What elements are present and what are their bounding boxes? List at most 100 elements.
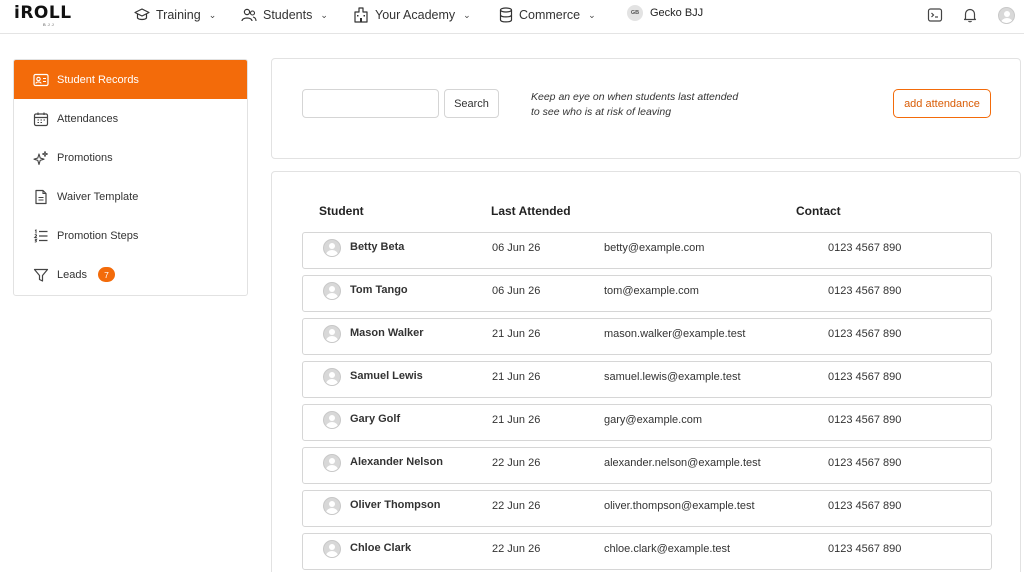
- user-menu-button[interactable]: [997, 6, 1015, 24]
- student-email: mason.walker@example.test: [604, 328, 746, 340]
- nav-commerce[interactable]: Commerce ⌄: [499, 6, 596, 24]
- student-email: samuel.lewis@example.test: [604, 371, 741, 383]
- organization-badge: GB: [627, 5, 643, 21]
- list-ordered-icon: [33, 228, 48, 243]
- student-name: Alexander Nelson: [350, 456, 443, 468]
- chevron-down-icon: ⌄: [320, 9, 328, 20]
- avatar: [323, 497, 341, 515]
- last-attended-date: 06 Jun 26: [492, 285, 541, 297]
- sidebar-item-label: Promotion Steps: [57, 229, 139, 242]
- avatar: [997, 6, 1015, 24]
- terminal-button[interactable]: [926, 6, 944, 24]
- student-name: Oliver Thompson: [350, 499, 441, 511]
- avatar: [323, 368, 341, 386]
- top-navigation-bar: iROLL BJJ Training ⌄ Students ⌄ Your Aca…: [0, 0, 1024, 34]
- last-attended-date: 06 Jun 26: [492, 242, 541, 254]
- add-attendance-button[interactable]: add attendance: [893, 89, 991, 118]
- table-row[interactable]: Tom Tango 06 Jun 26 tom@example.com 0123…: [302, 275, 992, 312]
- nav-commerce-label: Commerce: [519, 8, 581, 22]
- student-phone: 0123 4567 890: [828, 543, 902, 555]
- nav-your-academy-label: Your Academy: [375, 8, 456, 22]
- search-button[interactable]: Search: [444, 89, 499, 118]
- table-row[interactable]: Oliver Thompson 22 Jun 26 oliver.thompso…: [302, 490, 992, 527]
- table-row[interactable]: Mason Walker 21 Jun 26 mason.walker@exam…: [302, 318, 992, 355]
- column-header-student: Student: [319, 204, 364, 218]
- sidebar-item-label: Attendances: [57, 112, 119, 125]
- sparkles-icon: [33, 150, 48, 165]
- student-name: Tom Tango: [350, 284, 408, 296]
- student-phone: 0123 4567 890: [828, 500, 902, 512]
- building-icon: [354, 7, 368, 23]
- student-email: gary@example.com: [604, 414, 702, 426]
- table-row[interactable]: Gary Golf 21 Jun 26 gary@example.com 012…: [302, 404, 992, 441]
- student-email: chloe.clark@example.test: [604, 543, 731, 555]
- student-email: oliver.thompson@example.test: [604, 500, 755, 512]
- student-phone: 0123 4567 890: [828, 328, 902, 340]
- student-phone: 0123 4567 890: [828, 371, 902, 383]
- nav-your-academy[interactable]: Your Academy ⌄: [353, 6, 471, 24]
- student-name: Gary Golf: [350, 413, 401, 425]
- hint-line: Keep an eye on when students last attend…: [531, 91, 739, 103]
- chevron-down-icon: ⌄: [463, 9, 471, 20]
- nav-training[interactable]: Training ⌄: [134, 6, 216, 24]
- last-attended-date: 21 Jun 26: [492, 371, 541, 383]
- student-phone: 0123 4567 890: [828, 414, 902, 426]
- sidebar-item-label: Leads: [57, 268, 87, 281]
- organization-name: Gecko BJJ: [650, 7, 704, 19]
- last-attended-date: 22 Jun 26: [492, 500, 541, 512]
- student-phone: 0123 4567 890: [828, 242, 902, 254]
- notifications-button[interactable]: [961, 6, 979, 24]
- column-header-contact: Contact: [796, 204, 841, 218]
- chevron-down-icon: ⌄: [588, 9, 596, 20]
- avatar: [323, 454, 341, 472]
- avatar: [323, 282, 341, 300]
- last-attended-date: 21 Jun 26: [492, 328, 541, 340]
- hint-line: to see who is at risk of leaving: [531, 106, 672, 118]
- student-email: tom@example.com: [604, 285, 699, 297]
- users-icon: [241, 8, 257, 22]
- last-attended-date: 21 Jun 26: [492, 414, 541, 426]
- student-name: Chloe Clark: [350, 542, 412, 554]
- id-card-icon: [33, 73, 49, 86]
- last-attended-date: 22 Jun 26: [492, 543, 541, 555]
- attendance-hint-text: Keep an eye on when students last attend…: [531, 90, 771, 120]
- sidebar-item-label: Student Records: [57, 73, 139, 86]
- sidebar-item-promotions[interactable]: Promotions: [14, 138, 247, 177]
- table-row[interactable]: Samuel Lewis 21 Jun 26 samuel.lewis@exam…: [302, 361, 992, 398]
- app-logo-subtitle: BJJ: [43, 22, 56, 27]
- last-attended-date: 22 Jun 26: [492, 457, 541, 469]
- student-email: betty@example.com: [604, 242, 705, 254]
- student-phone: 0123 4567 890: [828, 285, 902, 297]
- avatar: [323, 540, 341, 558]
- column-header-last-attended: Last Attended: [491, 204, 571, 218]
- student-phone: 0123 4567 890: [828, 457, 902, 469]
- app-logo[interactable]: iROLL: [14, 3, 72, 23]
- sidebar-item-label: Waiver Template: [57, 190, 139, 203]
- student-name: Mason Walker: [350, 327, 424, 339]
- organization-switcher[interactable]: GB Gecko BJJ: [627, 5, 703, 21]
- funnel-icon: [33, 268, 49, 282]
- table-row[interactable]: Betty Beta 06 Jun 26 betty@example.com 0…: [302, 232, 992, 269]
- document-icon: [35, 189, 47, 204]
- student-name: Betty Beta: [350, 241, 405, 253]
- nav-students[interactable]: Students ⌄: [241, 6, 328, 24]
- sidebar-item-waiver-template[interactable]: Waiver Template: [14, 177, 247, 216]
- avatar: [323, 411, 341, 429]
- sidebar-item-attendances[interactable]: Attendances: [14, 99, 247, 138]
- student-email: alexander.nelson@example.test: [604, 457, 761, 469]
- chevron-down-icon: ⌄: [208, 9, 217, 20]
- students-table: Student Last Attended Contact Betty Beta…: [271, 171, 1021, 572]
- sidebar-item-label: Promotions: [57, 151, 113, 164]
- sidebar-item-promotion-steps[interactable]: Promotion Steps: [14, 216, 247, 255]
- table-row[interactable]: Alexander Nelson 22 Jun 26 alexander.nel…: [302, 447, 992, 484]
- database-icon: [499, 7, 513, 23]
- calendar-icon: [33, 112, 49, 126]
- sidebar-item-leads[interactable]: Leads 7: [14, 255, 247, 294]
- bell-icon: [963, 8, 977, 23]
- table-row[interactable]: Chloe Clark 22 Jun 26 chloe.clark@exampl…: [302, 533, 992, 570]
- terminal-icon: [927, 8, 943, 22]
- sidebar-item-student-records[interactable]: Student Records: [14, 60, 247, 99]
- graduation-cap-icon: [134, 8, 150, 21]
- search-input[interactable]: [302, 89, 439, 118]
- avatar: [323, 239, 341, 257]
